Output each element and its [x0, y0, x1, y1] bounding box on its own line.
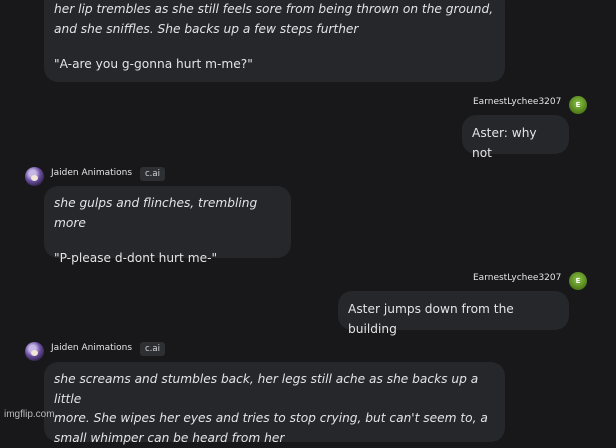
user-message-bubble: Aster jumps down from the building: [338, 291, 569, 330]
message-line: and she sniffles. She backs up a few ste…: [54, 20, 495, 40]
user-author-name[interactable]: EarnestLychee3207: [473, 273, 561, 283]
bot-author-name[interactable]: Jaiden Animations: [51, 343, 132, 353]
bot-avatar[interactable]: [25, 167, 44, 186]
ai-badge: c.ai: [140, 167, 165, 181]
message-line: she screams and stumbles back, her legs …: [54, 370, 495, 409]
user-avatar[interactable]: E: [569, 272, 587, 290]
bot-avatar[interactable]: [25, 342, 44, 361]
watermark: imgflip.com: [4, 409, 55, 420]
message-line: she gulps and flinches, trembling more: [54, 194, 281, 233]
user-message-bubble: Aster: why not: [462, 115, 569, 154]
message-quote: "P-please d-dont hurt me-": [54, 249, 281, 269]
message-line: her lip trembles as she still feels sore…: [54, 0, 495, 20]
message-text: Aster: why not: [472, 123, 559, 163]
message-line: more. She wipes her eyes and tries to st…: [54, 409, 495, 429]
message-text: Aster jumps down from the building: [348, 299, 559, 339]
user-avatar[interactable]: E: [569, 96, 587, 114]
ai-badge: c.ai: [140, 342, 165, 356]
bot-author-name[interactable]: Jaiden Animations: [51, 168, 132, 178]
bot-message-bubble: she gulps and flinches, trembling more "…: [44, 186, 291, 258]
bot-message-bubble: her lip trembles as she still feels sore…: [44, 0, 505, 82]
message-quote: "A-are you g-gonna hurt m-me?": [54, 55, 495, 75]
user-author-name[interactable]: EarnestLychee3207: [473, 97, 561, 107]
bot-message-bubble: she screams and stumbles back, her legs …: [44, 362, 505, 442]
message-line: small whimper can be heard from her: [54, 429, 495, 448]
